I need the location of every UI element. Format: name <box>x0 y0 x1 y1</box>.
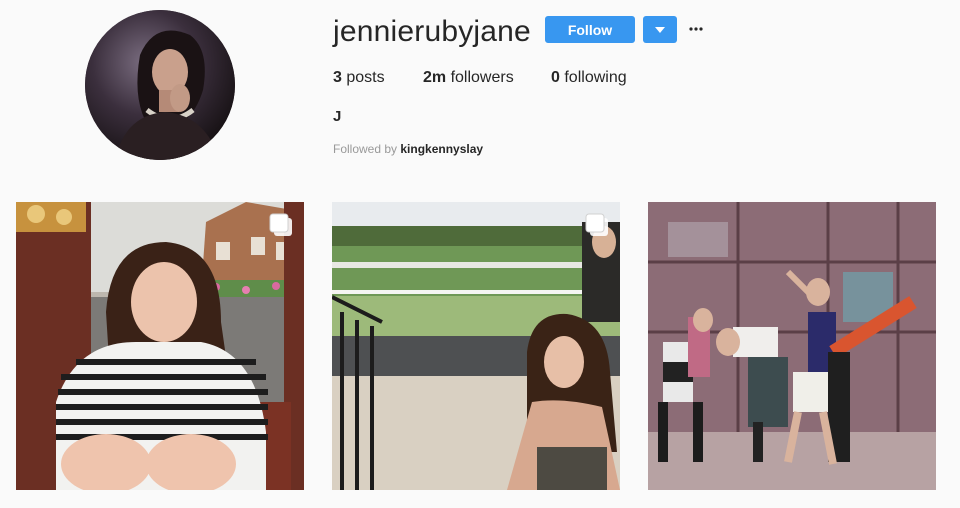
post-thumbnail-2[interactable] <box>332 202 620 490</box>
posts-label: posts <box>346 69 385 86</box>
chevron-down-icon <box>655 26 665 33</box>
suggestions-dropdown-button[interactable] <box>643 16 677 43</box>
more-options-button[interactable] <box>686 17 706 41</box>
post-image-2 <box>332 202 620 490</box>
full-name: J <box>333 108 342 125</box>
carousel-icon <box>269 213 292 236</box>
follow-button[interactable]: Follow <box>545 16 635 43</box>
following-stat[interactable]: 0 following <box>551 68 627 88</box>
followed-by-prefix: Followed by <box>333 142 398 156</box>
followers-stat[interactable]: 2m followers <box>423 68 514 88</box>
post-image-1 <box>16 202 304 490</box>
ellipsis-icon <box>689 27 703 31</box>
followed-by-user-link[interactable]: kingkennyslay <box>400 142 483 156</box>
post-thumbnail-3[interactable] <box>648 202 936 490</box>
posts-count: 3 <box>333 69 342 86</box>
posts-stat: 3 posts <box>333 68 385 88</box>
followed-by: Followed by kingkennyslay <box>333 142 483 156</box>
followers-label: followers <box>450 69 514 86</box>
profile-avatar[interactable] <box>85 10 235 160</box>
post-image-3 <box>648 202 936 490</box>
followers-count: 2m <box>423 69 447 86</box>
following-label: following <box>564 69 627 86</box>
carousel-icon <box>585 213 608 236</box>
username: jennierubyjane <box>333 15 531 48</box>
post-thumbnail-1[interactable] <box>16 202 304 490</box>
following-count: 0 <box>551 69 560 86</box>
